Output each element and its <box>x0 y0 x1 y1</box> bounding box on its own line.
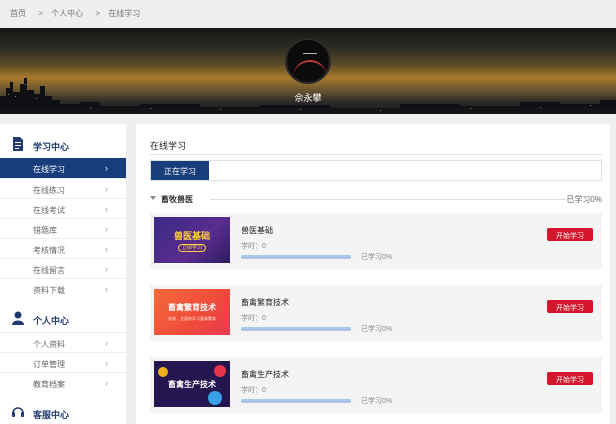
divider <box>210 199 566 200</box>
tab-in-progress[interactable]: 正在学习 <box>151 161 209 180</box>
sidebar: 学习中心 在线学习 › 在线练习 › 在线考试 › 错题库 › 考核情况 › 在线留言 › … <box>0 124 126 424</box>
thumbnail-badge: 立即学习 <box>178 244 206 252</box>
document-icon <box>13 137 23 151</box>
chevron-right-icon: › <box>105 224 108 234</box>
sidebar-item-education-records[interactable]: 教育档案 › <box>0 372 126 392</box>
course-name[interactable]: 畜禽繁育技术 <box>241 297 289 308</box>
breadcrumb-current: 在线学习 <box>108 9 141 18</box>
progress-bar <box>241 399 351 403</box>
chevron-right-icon: › <box>105 264 108 274</box>
course-card: 兽医基础 立即学习 兽医基础 学时：0 已学习0% 开始学习 <box>150 213 602 269</box>
course-card: 畜禽繁育技术 系统、全面的学习畜禽繁育 畜禽繁育技术 学时：0 已学习0% 开始… <box>150 285 602 341</box>
sidebar-item-downloads[interactable]: 资料下载 › <box>0 278 126 298</box>
profile-banner: 佘永攀 <box>0 28 616 114</box>
breadcrumb: 首页 > 个人中心 > 在线学习 <box>0 0 616 28</box>
category-progress: 已学习0% <box>566 195 602 204</box>
chevron-right-icon: › <box>105 163 108 173</box>
course-hours: 学时：0 <box>241 243 266 250</box>
progress-bar <box>241 255 351 259</box>
start-learning-button[interactable]: 开始学习 <box>547 300 593 313</box>
sidebar-item-messages[interactable]: 在线留言 › <box>0 258 126 278</box>
start-learning-button[interactable]: 开始学习 <box>547 372 593 385</box>
progress-bar <box>241 327 351 331</box>
breadcrumb-separator: > <box>38 9 43 18</box>
chevron-right-icon: › <box>105 184 108 194</box>
progress-text: 已学习0% <box>361 326 393 333</box>
sidebar-item-online-learning[interactable]: 在线学习 › <box>0 158 126 178</box>
category-name: 畜牧兽医 <box>161 195 193 204</box>
sidebar-item-online-exam[interactable]: 在线考试 › <box>0 198 126 218</box>
course-name[interactable]: 兽医基础 <box>241 225 273 236</box>
chevron-right-icon: › <box>105 284 108 294</box>
course-card: 畜禽生产技术 畜禽生产技术 学时：0 已学习0% 开始学习 <box>150 357 602 413</box>
sidebar-section-learning: 学习中心 <box>0 124 126 158</box>
page-title: 在线学习 <box>150 141 187 151</box>
divider <box>150 154 602 155</box>
sidebar-item-orders[interactable]: 订单管理 › <box>0 352 126 372</box>
breadcrumb-home[interactable]: 首页 <box>10 9 26 18</box>
start-learning-button[interactable]: 开始学习 <box>547 228 593 241</box>
sidebar-section-personal: 个人中心 <box>0 298 126 332</box>
avatar[interactable] <box>285 38 331 84</box>
collapse-triangle-icon[interactable] <box>150 196 156 200</box>
headset-icon <box>12 407 24 417</box>
sidebar-item-online-practice[interactable]: 在线练习 › <box>0 178 126 198</box>
progress-text: 已学习0% <box>361 254 393 261</box>
tab-bar: 正在学习 <box>150 160 602 181</box>
main-panel: 在线学习 正在学习 畜牧兽医 已学习0% 兽医基础 立即学习 兽医基础 学时：0… <box>136 124 610 424</box>
breadcrumb-separator: > <box>95 9 101 18</box>
course-thumbnail[interactable]: 兽医基础 立即学习 <box>154 217 230 263</box>
breadcrumb-personal-center[interactable]: 个人中心 <box>51 9 83 18</box>
progress-text: 已学习0% <box>361 398 393 405</box>
sidebar-section-service: 客服中心 <box>0 392 126 424</box>
category-header[interactable]: 畜牧兽医 已学习0% <box>150 194 602 206</box>
chevron-right-icon: › <box>105 358 108 368</box>
chevron-right-icon: › <box>105 378 108 388</box>
course-name[interactable]: 畜禽生产技术 <box>241 369 289 380</box>
chevron-right-icon: › <box>105 204 108 214</box>
chevron-right-icon: › <box>105 244 108 254</box>
username: 佘永攀 <box>294 93 322 103</box>
chevron-right-icon: › <box>105 338 108 348</box>
sidebar-item-profile[interactable]: 个人资料 › <box>0 332 126 352</box>
course-hours: 学时：0 <box>241 315 266 322</box>
course-thumbnail[interactable]: 畜禽繁育技术 系统、全面的学习畜禽繁育 <box>154 289 230 335</box>
course-thumbnail[interactable]: 畜禽生产技术 <box>154 361 230 407</box>
sidebar-item-wrong-questions[interactable]: 错题库 › <box>0 218 126 238</box>
course-hours: 学时：0 <box>241 387 266 394</box>
sidebar-item-assessment[interactable]: 考核情况 › <box>0 238 126 258</box>
user-icon <box>12 311 24 325</box>
